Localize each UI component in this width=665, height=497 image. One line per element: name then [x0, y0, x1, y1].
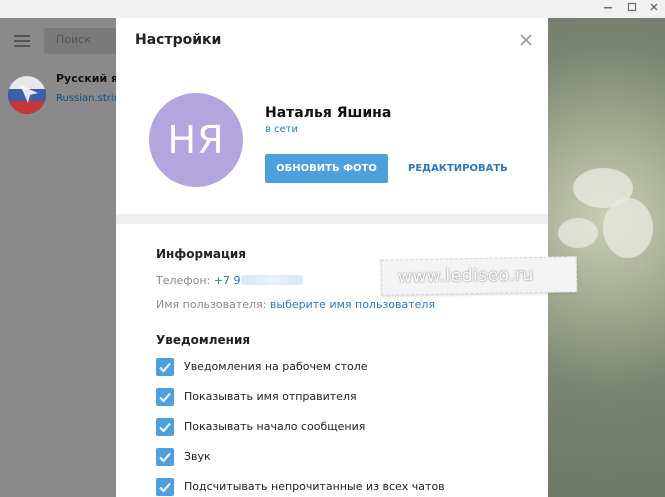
checkbox-show-sender[interactable]: Показывать имя отправителя [156, 388, 516, 408]
edit-profile-button[interactable]: РЕДАКТИРОВАТЬ [408, 154, 508, 183]
checkbox-show-preview[interactable]: Показывать начало сообщения [156, 418, 516, 438]
window-titlebar [0, 0, 665, 18]
watermark: www.lediseo.ru [380, 256, 578, 296]
minimize-button[interactable] [597, 0, 619, 18]
maximize-icon [627, 2, 637, 12]
chat-avatar [8, 76, 46, 114]
online-status: в сети [265, 124, 299, 135]
maximize-button[interactable] [621, 0, 643, 18]
checkbox-label: Показывать начало сообщения [184, 420, 366, 433]
minimize-icon [604, 7, 612, 9]
checkbox[interactable] [156, 418, 174, 436]
update-photo-button[interactable]: ОБНОВИТЬ ФОТО [265, 154, 388, 183]
chat-list-item[interactable]: Русский язык Russian.strings [0, 72, 142, 122]
phone-row: Телефон: +7 9 [156, 274, 303, 287]
phone-redacted [240, 275, 303, 285]
checkbox-label: Подсчитывать непрочитанные из всех чатов [184, 480, 445, 493]
checkbox-label: Уведомления на рабочем столе [184, 360, 368, 373]
close-icon [650, 3, 658, 11]
phone-value[interactable]: +7 9 [214, 274, 241, 287]
close-window-button[interactable] [643, 0, 665, 18]
checkbox[interactable] [156, 448, 174, 466]
checkbox-label: Звук [184, 450, 211, 463]
checkmark-icon [159, 452, 171, 463]
watermark-text: www.lediseo.ru [397, 265, 535, 288]
hamburger-icon[interactable] [14, 35, 30, 47]
checkmark-icon [159, 362, 171, 373]
search-placeholder: Поиск [56, 33, 91, 46]
checkmark-icon [159, 392, 171, 403]
checkbox[interactable] [156, 388, 174, 406]
close-settings-button[interactable] [517, 31, 535, 49]
close-icon [520, 34, 532, 46]
checkmark-icon [159, 482, 171, 493]
info-section-title: Информация [156, 247, 246, 261]
russian-flag-icon [8, 76, 46, 114]
username-label: Имя пользователя: [156, 298, 267, 311]
section-divider [116, 214, 548, 224]
search-input[interactable]: Поиск [44, 28, 124, 54]
checkbox-desktop-notifications[interactable]: Уведомления на рабочем столе [156, 358, 516, 378]
checkmark-icon [159, 422, 171, 433]
username-row: Имя пользователя: выберите имя пользоват… [156, 298, 435, 311]
phone-label: Телефон: [156, 274, 211, 287]
checkbox-count-unread[interactable]: Подсчитывать непрочитанные из всех чатов [156, 478, 516, 497]
checkbox-sound[interactable]: Звук [156, 448, 516, 468]
checkbox[interactable] [156, 358, 174, 376]
chat-list-pane: Поиск Русский язык Russian.strings [0, 18, 142, 497]
choose-username-link[interactable]: выберите имя пользователя [270, 298, 435, 311]
checkbox[interactable] [156, 478, 174, 496]
checkbox-label: Показывать имя отправителя [184, 390, 357, 403]
profile-avatar[interactable]: НЯ [149, 93, 243, 187]
notifications-section-title: Уведомления [156, 333, 251, 347]
profile-name: Наталья Яшина [265, 105, 392, 121]
page-title: Настройки [135, 32, 222, 48]
